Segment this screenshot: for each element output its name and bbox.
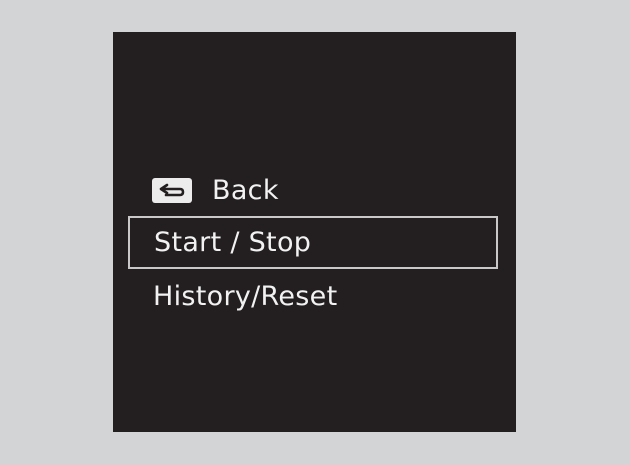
menu-item-back[interactable]: Back [128,164,498,217]
menu-item-history-reset-label: History/Reset [153,281,338,312]
menu-item-history-reset[interactable]: History/Reset [128,270,498,323]
menu-item-start-stop-label: Start / Stop [154,227,312,258]
back-arrow-icon [152,178,192,203]
menu-item-start-stop[interactable]: Start / Stop [128,216,498,269]
menu-item-back-label: Back [212,175,279,206]
display-screen: Back Start / Stop History/Reset [113,32,516,432]
